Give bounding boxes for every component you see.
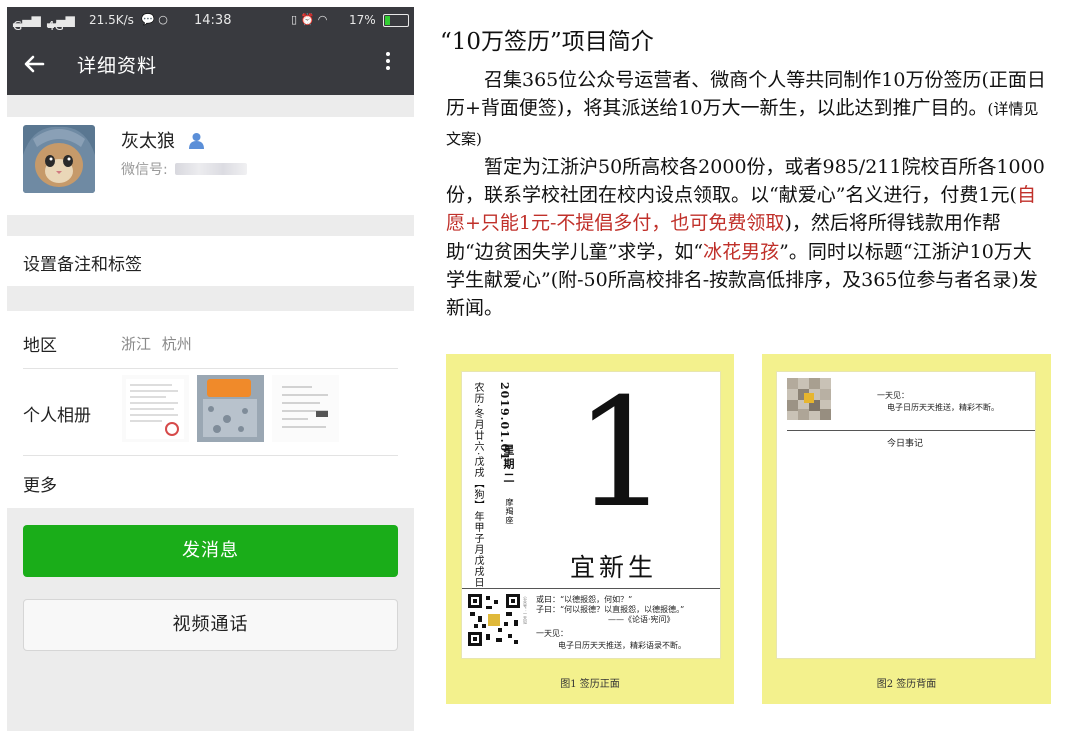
- cat-avatar-image: [23, 125, 95, 193]
- pixelated-avatar-icon: [787, 378, 831, 420]
- wechat-id-redacted: [175, 163, 247, 175]
- region-label: 地区: [23, 336, 57, 356]
- calendar-front-page: 农历·冬月廿六·戊戌【狗】年甲子月戊戌日 2019.01.01 星期二 摩羯座 …: [462, 372, 720, 658]
- battery-percent: 17%: [349, 13, 376, 27]
- paragraph: 召集365位公众号运营者、微商个人等共同制作10万份签历(正面日历+背面便签)，…: [446, 69, 1046, 148]
- send-message-button[interactable]: 发消息: [23, 525, 398, 577]
- weekday: 星期二: [502, 444, 515, 486]
- phone-screen: G ▂▄▆ 4G ▂▄▆ 21.5K/s 💬 ○ 14:38 ▯ ⏰ ◠ 17%…: [7, 7, 414, 731]
- network-speed: 21.5K/s: [89, 13, 134, 27]
- article-title: “10万签历”项目简介: [440, 29, 654, 55]
- nickname: 灰太狼: [121, 131, 175, 152]
- figure-calendar-back: 一天见： 电子日历天天推送，精彩不断。 今日事记 图2 签历背面: [762, 354, 1051, 704]
- wechat-id-label: 微信号:: [121, 162, 168, 178]
- album-thumbnail[interactable]: [122, 375, 189, 442]
- divider: [23, 368, 398, 369]
- qr-caption: 公众号：一天见: [523, 596, 528, 624]
- album-thumbnail[interactable]: [197, 375, 264, 442]
- clock-time: 14:38: [194, 13, 232, 28]
- carrier-signal: G ▂▄▆: [13, 13, 41, 33]
- wechat-icon: 💬 ○: [141, 13, 168, 26]
- battery-icon: [383, 14, 409, 27]
- quote-source: ——《论语·宪问》: [608, 615, 675, 624]
- arrow-left-icon: [24, 55, 45, 73]
- quote-line: 电子日历天天推送，精彩语录不断。: [558, 641, 686, 650]
- info-card: 地区 浙江 杭州 个人相册 更多: [7, 311, 414, 508]
- divider: [23, 455, 398, 456]
- quote-line: 一天见：: [536, 629, 568, 638]
- paragraph: 暂定为江浙沪50所高校各2000份，或者985/211院校百所各1000份，联系…: [446, 155, 1045, 320]
- remark-tag-row[interactable]: 设置备注和标签: [7, 236, 414, 286]
- remark-tag-label: 设置备注和标签: [23, 255, 142, 275]
- status-bar: G ▂▄▆ 4G ▂▄▆ 21.5K/s 💬 ○ 14:38 ▯ ⏰ ◠ 17%: [7, 7, 414, 33]
- page-title: 详细资料: [77, 55, 158, 77]
- figure-caption: 图1 签历正面: [560, 679, 620, 690]
- day-number: 1: [574, 367, 670, 541]
- figure-calendar-front: 农历·冬月廿六·戊戌【狗】年甲子月戊戌日 2019.01.01 星期二 摩羯座 …: [446, 354, 734, 704]
- profile-card[interactable]: 灰太狼 微信号:: [7, 117, 414, 215]
- album-thumbnail[interactable]: [272, 375, 339, 442]
- network-signal: 4G ▂▄▆: [47, 13, 75, 33]
- highlight-text: 冰花男孩: [703, 240, 780, 263]
- person-icon: [188, 132, 205, 149]
- auspicious-label: 宜新生: [570, 553, 658, 582]
- calendar-back-page: 一天见： 电子日历天天推送，精彩不断。 今日事记: [777, 372, 1035, 658]
- vibrate-alarm-wifi-icons: ▯ ⏰ ◠: [291, 13, 328, 26]
- notes-title: 今日事记: [887, 439, 924, 449]
- video-call-button[interactable]: 视频通话: [23, 599, 398, 651]
- lunar-date: 农历·冬月廿六·戊戌【狗】年甲子月戊戌日: [472, 382, 483, 589]
- more-vertical-icon[interactable]: [380, 49, 396, 79]
- region-value: 浙江 杭州: [121, 335, 192, 353]
- figure-caption: 图2 签历背面: [876, 679, 937, 690]
- zodiac: 摩羯座: [505, 498, 514, 525]
- greeting: 一天见：: [877, 391, 909, 400]
- greeting-line: 电子日历天天推送，精彩不断。: [887, 403, 999, 412]
- avatar[interactable]: [23, 125, 95, 193]
- article-body: 召集365位公众号运营者、微商个人等共同制作10万份签历(正面日历+背面便签)，…: [446, 66, 1046, 323]
- album-label: 个人相册: [23, 406, 91, 426]
- divider: [787, 430, 1035, 431]
- divider: [462, 588, 720, 589]
- qr-code-icon: [468, 594, 520, 646]
- more-label[interactable]: 更多: [23, 471, 57, 496]
- app-bar: 详细资料: [7, 33, 414, 95]
- back-button[interactable]: [19, 49, 49, 79]
